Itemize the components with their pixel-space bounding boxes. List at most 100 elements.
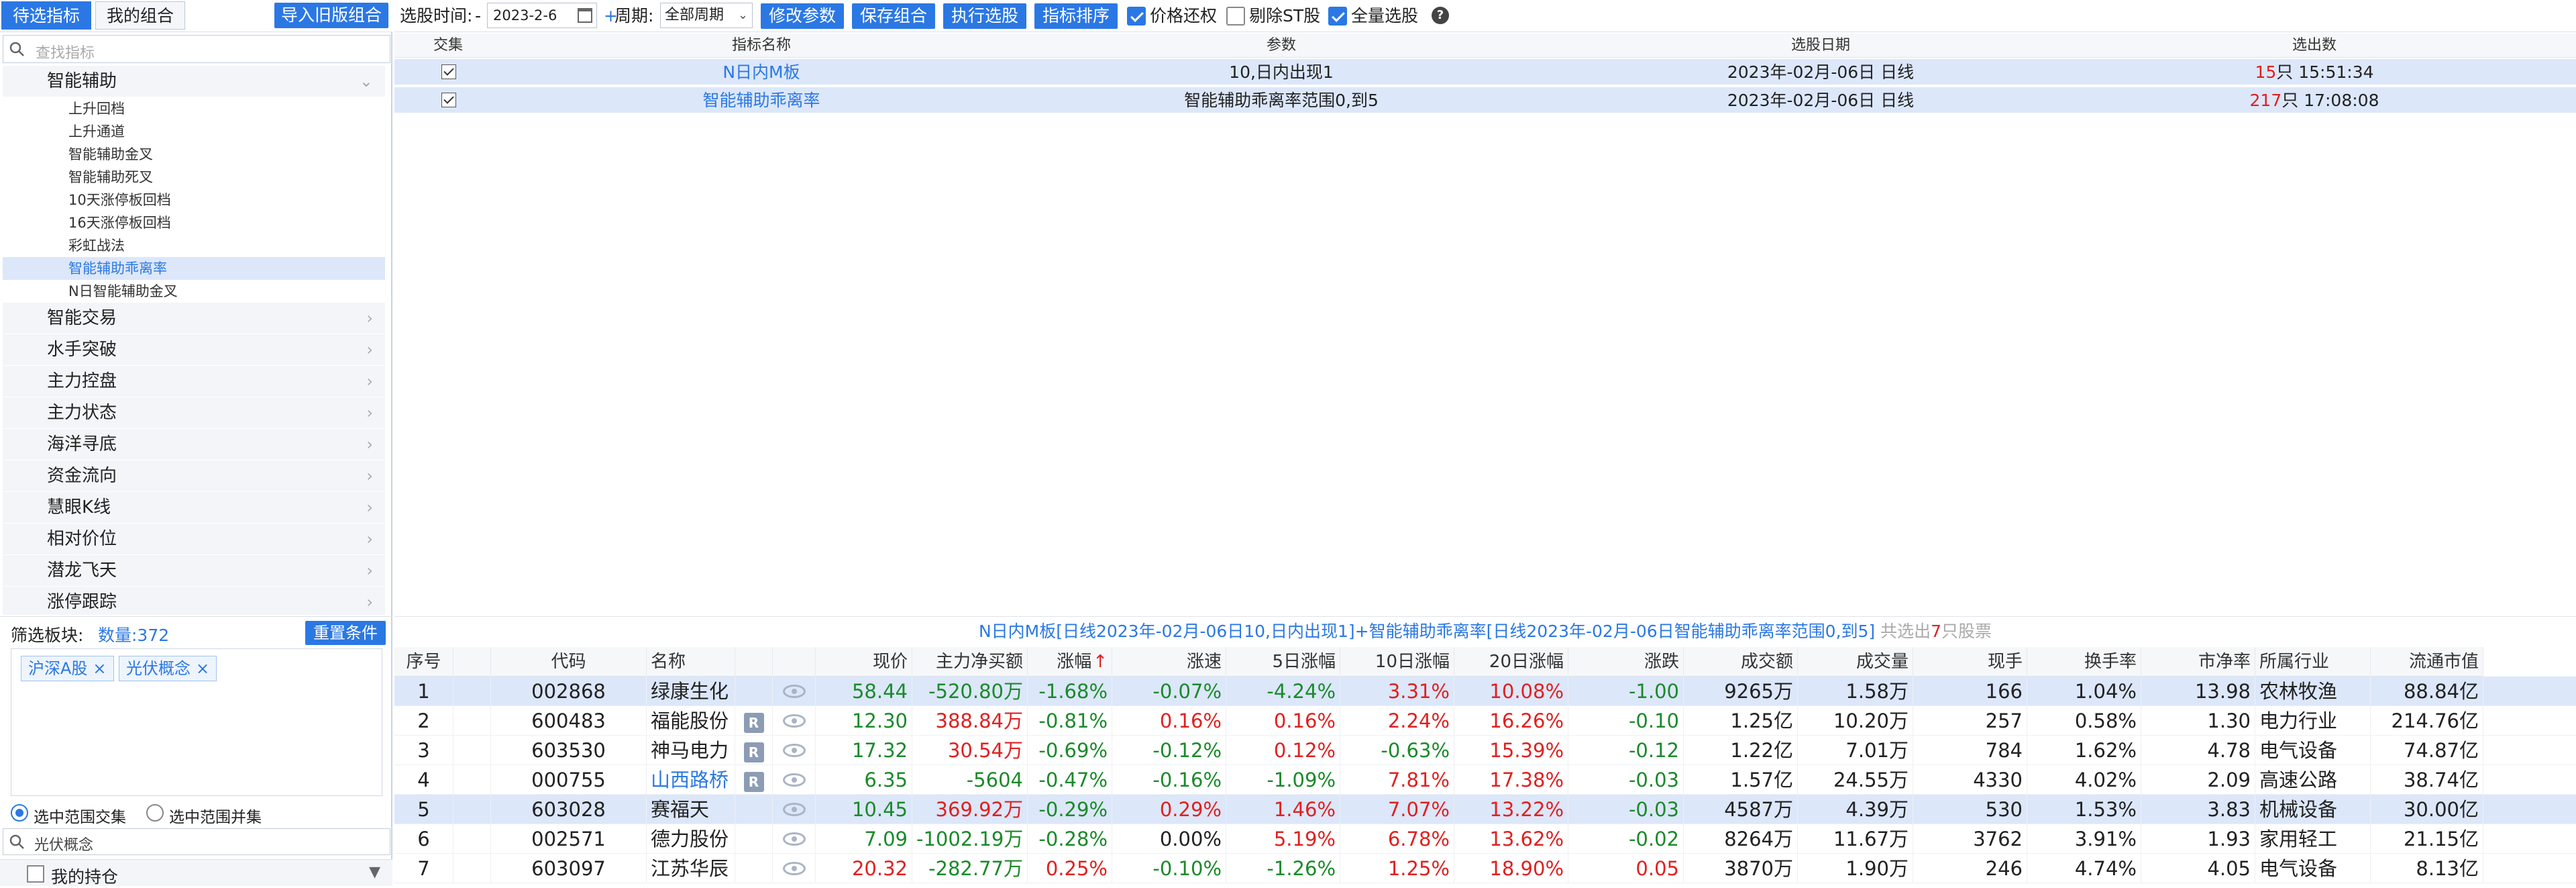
tab-my-combos[interactable]: 我的组合	[95, 1, 186, 30]
tag-photovoltaic[interactable]: 光伏概念 ×	[119, 656, 217, 681]
import-old-combo-button[interactable]: 导入旧版组合	[274, 3, 388, 28]
cell-d20: 15.39%	[1454, 736, 1568, 765]
tree-category[interactable]: 海洋寻底 ›	[3, 429, 385, 460]
sort-up-icon[interactable]: ↑	[1093, 652, 1108, 672]
tree-category[interactable]: 主力状态 ›	[3, 397, 385, 429]
scope-intersection-radio[interactable]	[11, 804, 28, 822]
scope-union-radio[interactable]	[146, 804, 164, 822]
cell-d20: 16.26%	[1454, 706, 1568, 736]
col-spacer	[773, 647, 816, 677]
r-badge-icon[interactable]: R	[743, 713, 764, 733]
tree-category[interactable]: 潜龙飞天 ›	[3, 555, 385, 587]
indicator-date: 2023年-02月-06日 日线	[1727, 62, 1915, 82]
eye-icon[interactable]	[782, 744, 806, 757]
modify-params-button[interactable]: 修改参数	[761, 3, 845, 29]
indicator-checkbox[interactable]	[441, 93, 456, 107]
full-screen-checkbox[interactable]	[1328, 7, 1347, 26]
eye-icon[interactable]	[782, 803, 806, 816]
indicator-row[interactable]: 智能辅助乖离率 智能辅助乖离率范围0,到5 2023年-02月-06日 日线 2…	[394, 87, 2576, 114]
indicator-row[interactable]: N日内M板 10,日内出现1 2023年-02月-06日 日线 15只 15:5…	[394, 59, 2576, 86]
cell-code: 000755	[491, 765, 647, 795]
cell-hand: 166	[1913, 677, 2027, 706]
calendar-icon[interactable]	[578, 8, 592, 23]
price-adjust-checkbox[interactable]	[1127, 7, 1146, 26]
my-holdings-row[interactable]: 我的持仓 ▼	[0, 859, 392, 887]
col-d20: 20日涨幅	[1454, 647, 1568, 677]
tree-category[interactable]: 智能辅助 ⌄	[3, 66, 385, 97]
indicator-name[interactable]: N日内M板	[722, 59, 800, 86]
cell-no: 5	[394, 795, 453, 824]
tree-category[interactable]: 涨停跟踪 ›	[3, 587, 385, 615]
table-row[interactable]: 3 603530 神马电力 R 17.32 30.54万 -0.69% -0.12% 0.12%…	[394, 736, 2576, 765]
eye-icon[interactable]	[782, 685, 806, 698]
reset-conditions-button[interactable]: 重置条件	[305, 621, 386, 645]
tree-category[interactable]: 水手突破 ›	[3, 334, 385, 366]
eye-icon[interactable]	[782, 832, 806, 846]
tree-item[interactable]: 10天涨停板回档	[3, 189, 385, 211]
table-row[interactable]: 1 002868 绿康生化 58.44 -520.80万 -1.68% -0.07% -4.2…	[394, 677, 2576, 706]
eye-icon[interactable]	[782, 862, 806, 875]
cell-code: 603530	[491, 736, 647, 765]
tree-item[interactable]: 智能辅助死叉	[3, 166, 385, 189]
tree-category[interactable]: 慧眼K线 ›	[3, 492, 385, 524]
concept-search-input[interactable]: 光伏概念	[3, 828, 390, 855]
help-icon[interactable]: ?	[1432, 7, 1449, 24]
holdings-label: 我的持仓	[51, 867, 119, 887]
r-badge-icon[interactable]: R	[743, 772, 764, 792]
cell-diff: -0.10	[1568, 706, 1684, 736]
cell-volume: 10.20万	[1798, 706, 1913, 736]
tab-pending-indicators[interactable]: 待选指标	[1, 1, 92, 30]
indicator-search-input[interactable]: 查找指标	[3, 35, 390, 63]
indicator-checkbox[interactable]	[441, 64, 456, 79]
cell-pb: 1.30	[2141, 706, 2255, 736]
table-row[interactable]: 2 600483 福能股份 R 12.30 388.84万 -0.81% 0.16% 0.16%…	[394, 706, 2576, 736]
sort-indicators-button[interactable]: 指标排序	[1034, 3, 1118, 29]
cell-volume: 1.90万	[1798, 854, 1913, 883]
close-icon[interactable]: ×	[93, 659, 106, 678]
table-row[interactable]: 5 603028 赛福天 10.45 369.92万 -0.29% 0.29% 1.46% 7.…	[394, 795, 2576, 824]
tree-item[interactable]: N日智能辅助金叉	[3, 280, 385, 303]
date-picker[interactable]: 2023-2-6	[487, 3, 597, 28]
tree-category-label: 资金流向	[47, 466, 117, 486]
tree-item[interactable]: 彩虹战法	[3, 234, 385, 257]
exclude-st-checkbox[interactable]	[1226, 7, 1245, 26]
column-header-label: 成交量	[1856, 652, 1909, 672]
tree-item[interactable]: 16天涨停板回档	[3, 211, 385, 234]
tree-category[interactable]: 主力控盘 ›	[3, 366, 385, 397]
close-icon[interactable]: ×	[196, 659, 209, 678]
holdings-checkbox[interactable]	[27, 865, 44, 883]
tree-item[interactable]: 智能辅助金叉	[3, 143, 385, 166]
period-select[interactable]: 全部周期 ⌄	[660, 3, 753, 28]
table-row[interactable]: 7 603097 江苏华辰 20.32 -282.77万 0.25% -0.10% -1.26…	[394, 854, 2576, 883]
tree-item[interactable]: 上升通道	[3, 120, 385, 143]
indicator-name[interactable]: 智能辅助乖离率	[702, 87, 820, 114]
column-header-label: 市净率	[2198, 652, 2251, 672]
cell-price: 12.30	[816, 706, 912, 736]
tree-category[interactable]: 资金流向 ›	[3, 460, 385, 492]
eye-icon[interactable]	[782, 714, 806, 728]
selected-sector-tags: 沪深A股 × 光伏概念 ×	[11, 648, 382, 796]
save-combo-button[interactable]: 保存组合	[852, 3, 936, 29]
cell-price: 17.32	[816, 736, 912, 765]
date-dash: -	[475, 6, 482, 26]
table-row[interactable]: 4 000755 山西路桥 R 6.35 -5604 -0.47% -0.16% -1.09% 7…	[394, 765, 2576, 795]
tree-item[interactable]: 智能辅助乖离率	[3, 257, 385, 280]
cell-turnover: 4.74%	[2027, 854, 2141, 883]
eye-icon[interactable]	[782, 773, 806, 787]
tree-category[interactable]: 智能交易 ›	[3, 303, 385, 334]
cell-d20: 17.38%	[1454, 765, 1568, 795]
run-screen-button[interactable]: 执行选股	[943, 3, 1027, 29]
indicator-table-header: 交集 指标名称 参数 选股日期 选出数	[394, 34, 2576, 58]
cell-name: 绿康生化	[647, 677, 735, 706]
tag-hushen-a[interactable]: 沪深A股 ×	[21, 656, 114, 681]
table-row[interactable]: 6 002571 德力股份 7.09 -1002.19万 -0.28% 0.00% 5.19%…	[394, 824, 2576, 854]
col-intersection: 交集	[433, 37, 464, 54]
tree-category[interactable]: 相对价位 ›	[3, 524, 385, 555]
tree-item[interactable]: 上升回档	[3, 97, 385, 120]
r-badge-icon[interactable]: R	[743, 742, 764, 762]
cell-chg: -0.69%	[1028, 736, 1112, 765]
cell-volume: 7.01万	[1798, 736, 1913, 765]
chevron-down-icon[interactable]: ▼	[369, 864, 380, 881]
cell-name: 福能股份	[647, 706, 735, 736]
tag-label: 光伏概念	[126, 659, 191, 678]
